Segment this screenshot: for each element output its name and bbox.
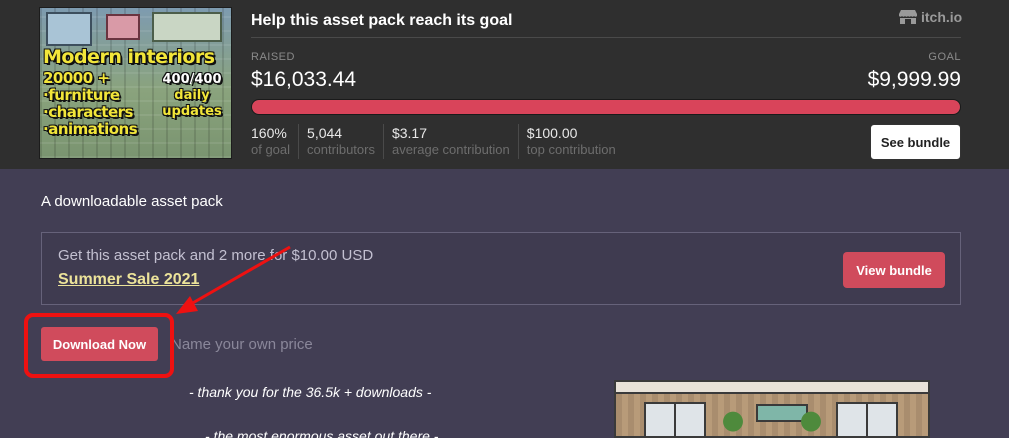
preview-image[interactable] — [614, 380, 930, 438]
banner-title: Help this asset pack reach its goal — [251, 12, 513, 29]
bundle-offer-text: Get this asset pack and 2 more for $10.0… — [58, 247, 374, 264]
stat-contributors: 5,044 contributors — [298, 124, 383, 159]
itchio-logo[interactable]: itch.io — [898, 9, 962, 25]
stat-label: top contribution — [526, 142, 616, 157]
see-bundle-button[interactable]: See bundle — [870, 124, 961, 160]
cover-poster — [106, 14, 140, 40]
goal-amount: $9,999.99 — [867, 68, 961, 91]
description-line: - thank you for the 36.5k + downloads - — [189, 384, 432, 400]
stat-value: $3.17 — [391, 125, 428, 141]
cover-painting — [46, 12, 92, 46]
banner-divider — [251, 37, 961, 38]
cover-image[interactable]: Modern interiors 20000 + ·furniture ·cha… — [39, 7, 232, 159]
preview-window-left — [644, 402, 706, 436]
preview-window-right — [836, 402, 898, 436]
view-bundle-button[interactable]: View bundle — [843, 252, 945, 288]
stat-value: $100.00 — [526, 125, 578, 141]
preview-wall — [616, 382, 928, 394]
sale-link[interactable]: Summer Sale 2021 — [58, 271, 199, 289]
funding-stats: 160% of goal 5,044 contributors $3.17 av… — [251, 124, 624, 159]
funding-progress-bar — [251, 99, 961, 115]
stat-value: 5,044 — [307, 125, 343, 141]
preview-plant — [720, 408, 746, 436]
raised-label: RAISED — [251, 51, 295, 63]
itchio-wordmark: itch.io — [921, 9, 963, 25]
raised-amount: $16,033.44 — [251, 68, 357, 91]
cover-features: 20000 + ·furniture ·characters ·animatio… — [43, 69, 138, 138]
cover-updates-block: 400/400 daily updates — [155, 72, 229, 120]
annotation-highlight-box — [24, 313, 174, 378]
itchio-icon — [899, 10, 917, 24]
stat-top-contribution: $100.00 top contribution — [517, 124, 624, 159]
cover-shelf — [152, 12, 222, 42]
pack-type-label: A downloadable asset pack — [41, 193, 223, 210]
funding-progress-fill — [252, 100, 960, 114]
description-line: - the most enormous asset out there - — [205, 428, 439, 438]
cover-title: Modern interiors — [43, 46, 215, 68]
preview-plant — [798, 408, 824, 436]
bundle-offer-box: Get this asset pack and 2 more for $10.0… — [41, 232, 961, 305]
stat-label: of goal — [251, 142, 291, 157]
stat-average-contribution: $3.17 average contribution — [382, 124, 518, 159]
goal-label: GOAL — [928, 51, 961, 63]
stat-value: 160% — [251, 125, 287, 141]
stat-percent-of-goal: 160% of goal — [251, 124, 298, 159]
fundraising-banner: Modern interiors 20000 + ·furniture ·cha… — [0, 0, 1009, 169]
cover-updates: daily updates — [162, 88, 222, 119]
stat-label: contributors — [307, 142, 375, 157]
cover-counter: 400/400 — [162, 72, 222, 87]
stat-label: average contribution — [391, 142, 510, 157]
price-hint: Name your own price — [171, 336, 313, 353]
